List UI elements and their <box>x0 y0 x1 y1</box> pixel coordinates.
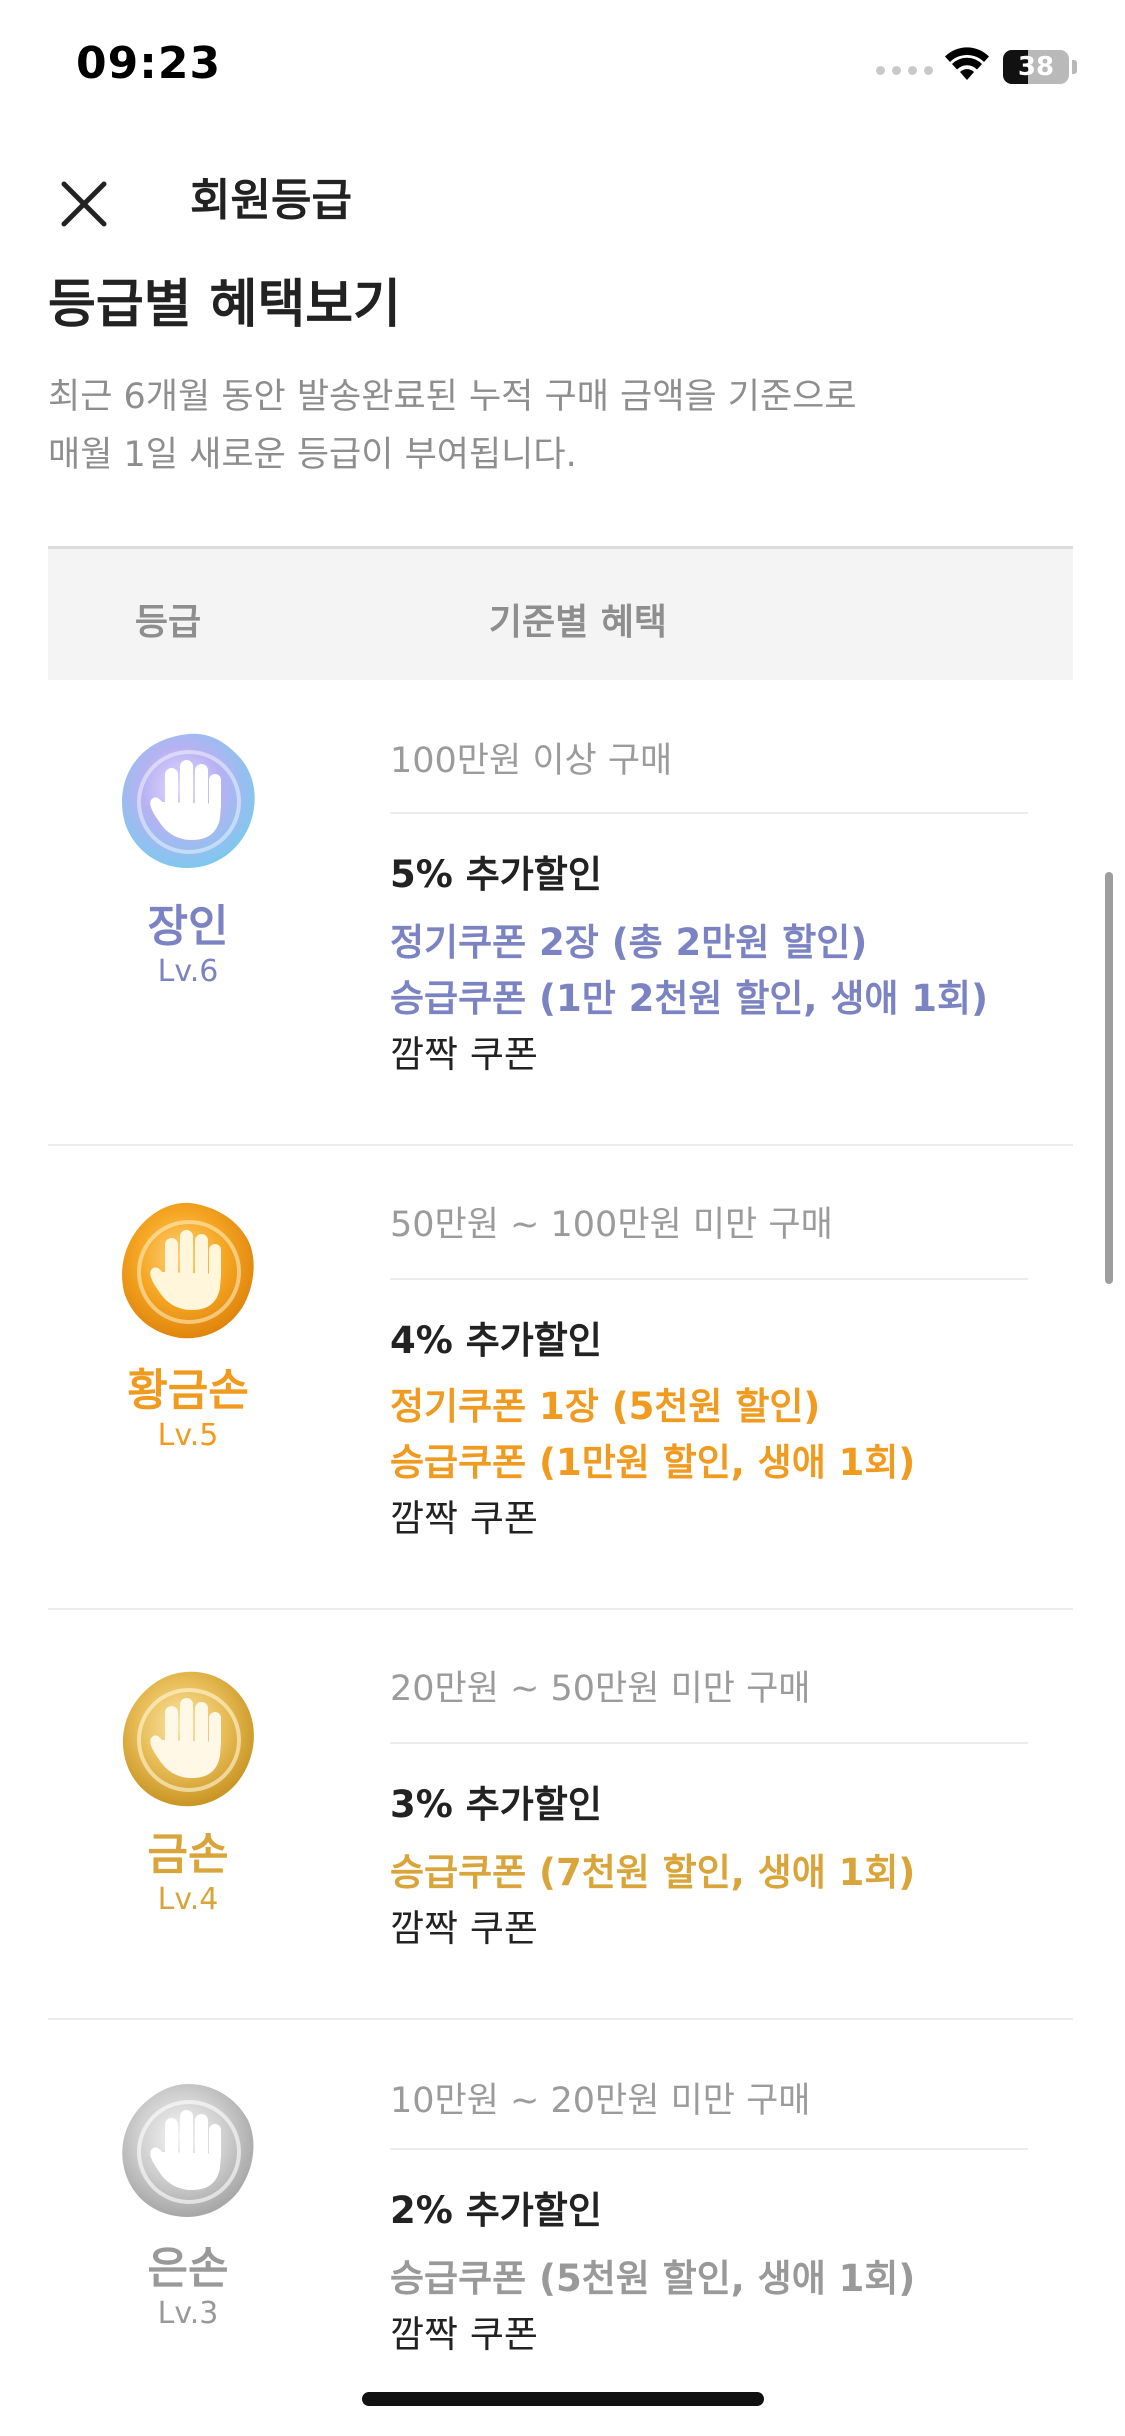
criteria-divider <box>390 812 1028 814</box>
section-title: 등급별 혜택보기 <box>48 275 401 335</box>
tier-benefit: 정기쿠폰 1장 (5천원 할인) <box>390 1385 821 1428</box>
tier-surprise-coupon: 깜짝 쿠폰 <box>390 1907 538 1950</box>
tier-benefit: 승급쿠폰 (1만 2천원 할인, 생애 1회) <box>390 977 988 1020</box>
tier-benefit: 승급쿠폰 (7천원 할인, 생애 1회) <box>390 1851 916 1894</box>
header-benefit: 기준별 혜택 <box>488 602 668 643</box>
battery-cap <box>1072 60 1077 74</box>
nav-bar: 회원등급 <box>0 140 1125 255</box>
tier-row-silver-hand: 은손 Lv.3 10만원 ~ 20만원 미만 구매 2% 추가할인 승급쿠폰 (… <box>48 2020 1073 2436</box>
tier-name: 황금손 <box>127 1365 249 1416</box>
tier-surprise-coupon: 깜짝 쿠폰 <box>390 1497 538 1540</box>
tier-criteria: 50만원 ~ 100만원 미만 구매 <box>390 1205 833 1245</box>
wifi-icon <box>945 47 989 80</box>
home-indicator[interactable] <box>362 2392 764 2406</box>
tier-row-golden-hand: 황금손 Lv.5 50만원 ~ 100만원 미만 구매 4% 추가할인 정기쿠폰… <box>48 1146 1073 1610</box>
section-description: 최근 6개월 동안 발송완료된 누적 구매 금액을 기준으로 매월 1일 새로운… <box>48 368 1068 484</box>
tier-criteria: 20만원 ~ 50만원 미만 구매 <box>390 1669 811 1709</box>
criteria-divider <box>390 1742 1028 1744</box>
tier-discount: 5% 추가할인 <box>390 853 602 896</box>
nav-title: 회원등급 <box>190 175 352 226</box>
header-grade: 등급 <box>134 602 202 643</box>
tier-row-artisan: 장인 Lv.6 100만원 이상 구매 5% 추가할인 정기쿠폰 2장 (총 2… <box>48 710 1073 1146</box>
tier-level: Lv.6 <box>157 954 219 989</box>
description-line: 매월 1일 새로운 등급이 부여됩니다. <box>48 435 577 475</box>
status-time: 09:23 <box>76 38 222 89</box>
tier-name: 은손 <box>147 2243 229 2294</box>
criteria-divider <box>390 2148 1028 2150</box>
scrollbar[interactable] <box>1105 872 1113 1284</box>
description-line: 최근 6개월 동안 발송완료된 누적 구매 금액을 기준으로 <box>48 377 857 417</box>
status-bar: 09:23 38 <box>0 0 1125 140</box>
tier-discount: 3% 추가할인 <box>390 1783 602 1826</box>
tier-name: 장인 <box>147 901 229 952</box>
tier-level: Lv.3 <box>157 2296 219 2331</box>
tier-row-gold-hand: 금손 Lv.4 20만원 ~ 50만원 미만 구매 3% 추가할인 승급쿠폰 (… <box>48 1610 1073 2020</box>
tier-criteria: 100만원 이상 구매 <box>390 741 673 781</box>
signal-dots-icon <box>876 66 933 75</box>
tier-level: Lv.4 <box>157 1882 219 1917</box>
tier-name: 금손 <box>147 1829 229 1880</box>
battery-level: 38 <box>1017 52 1055 82</box>
silver-hand-badge-icon <box>122 2084 254 2217</box>
tier-criteria: 10만원 ~ 20만원 미만 구매 <box>390 2081 811 2121</box>
battery-icon: 38 <box>1003 50 1069 84</box>
close-icon[interactable] <box>50 170 118 238</box>
tier-benefit: 정기쿠폰 2장 (총 2만원 할인) <box>390 921 868 964</box>
gold-hand-badge-icon <box>122 1671 254 1807</box>
grade-table-header: 등급 기준별 혜택 <box>48 546 1073 680</box>
criteria-divider <box>390 1278 1028 1280</box>
tier-discount: 4% 추가할인 <box>390 1319 602 1362</box>
tier-benefit: 승급쿠폰 (1만원 할인, 생애 1회) <box>390 1441 916 1484</box>
tier-level: Lv.5 <box>157 1418 219 1453</box>
artisan-hand-badge-icon <box>122 733 255 868</box>
tier-surprise-coupon: 깜짝 쿠폰 <box>390 2313 538 2356</box>
tier-discount: 2% 추가할인 <box>390 2189 602 2232</box>
tier-benefit: 승급쿠폰 (5천원 할인, 생애 1회) <box>390 2257 916 2300</box>
tier-surprise-coupon: 깜짝 쿠폰 <box>390 1033 538 1076</box>
golden-hand-badge-icon <box>122 1202 254 1339</box>
